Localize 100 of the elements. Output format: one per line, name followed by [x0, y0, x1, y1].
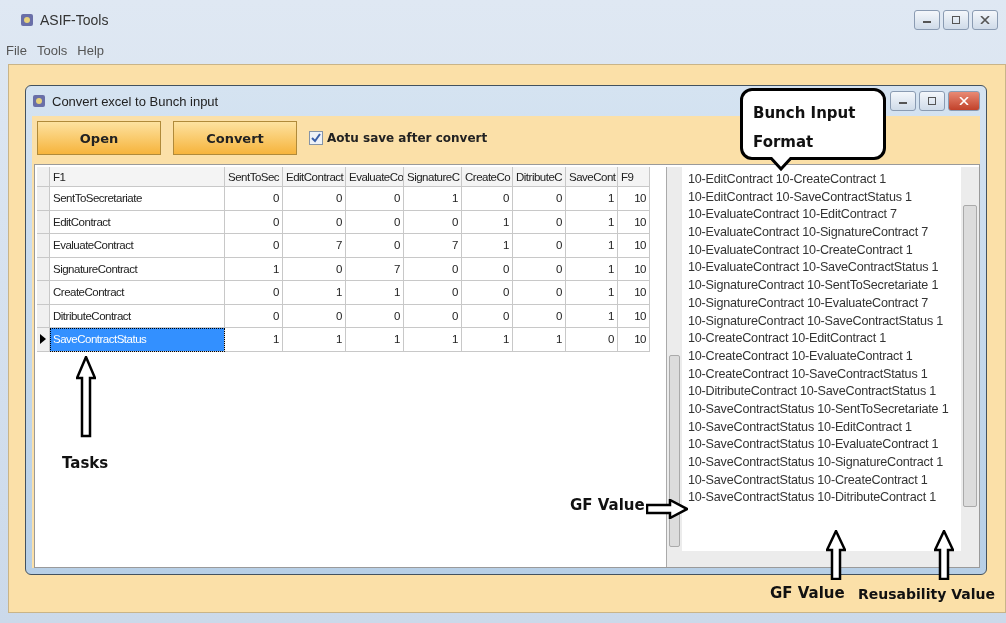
table-cell[interactable]: 1: [566, 257, 618, 281]
list-item[interactable]: 10-CreateContract 10-EvaluateContract 1: [688, 347, 961, 366]
column-header[interactable]: DitributeC: [513, 167, 566, 187]
table-cell[interactable]: 1: [283, 328, 346, 352]
table-cell[interactable]: 0: [346, 187, 404, 211]
table-cell[interactable]: 0: [225, 304, 283, 328]
table-cell[interactable]: SentToSecretariate: [50, 187, 225, 211]
table-cell[interactable]: 0: [462, 281, 513, 305]
table-cell[interactable]: 0: [513, 304, 566, 328]
table-cell[interactable]: 0: [346, 210, 404, 234]
column-header[interactable]: CreateCo: [462, 167, 513, 187]
checkbox[interactable]: [309, 131, 323, 145]
list-item[interactable]: 10-SignatureContract 10-SaveContractStatus 1: [688, 312, 961, 331]
column-header[interactable]: F9: [618, 167, 650, 187]
table-cell[interactable]: 1: [346, 281, 404, 305]
table-cell[interactable]: 1: [462, 210, 513, 234]
table-cell[interactable]: 7: [346, 257, 404, 281]
table-cell[interactable]: 1: [462, 234, 513, 258]
table-cell[interactable]: EditContract: [50, 210, 225, 234]
table-cell[interactable]: 1: [404, 187, 462, 211]
table-cell[interactable]: 10: [618, 328, 650, 352]
list-item[interactable]: 10-SaveContractStatus 10-EvaluateContract 1: [688, 436, 961, 454]
column-header[interactable]: F1: [50, 167, 225, 187]
table-cell[interactable]: 0: [283, 187, 346, 211]
table-cell[interactable]: 1: [566, 234, 618, 258]
list-item[interactable]: 10-EvaluateContract 10-CreateContract 1: [688, 241, 961, 260]
menu-item[interactable]: Help: [77, 42, 105, 58]
scrollbar[interactable]: [961, 167, 979, 567]
table-cell[interactable]: 0: [404, 257, 462, 281]
table-cell[interactable]: 0: [225, 210, 283, 234]
table-cell[interactable]: 0: [566, 328, 618, 352]
table-cell[interactable]: 0: [283, 257, 346, 281]
table-cell[interactable]: 1: [225, 257, 283, 281]
table-cell[interactable]: 0: [225, 281, 283, 305]
table-cell[interactable]: 0: [513, 187, 566, 211]
list-item[interactable]: 10-SaveContractStatus 10-SignatureContract 1: [688, 454, 961, 472]
table-cell[interactable]: 1: [566, 187, 618, 211]
column-header[interactable]: SentToSec: [225, 167, 283, 187]
table-cell[interactable]: 10: [618, 304, 650, 328]
table-cell[interactable]: CreateContract: [50, 281, 225, 305]
table-cell[interactable]: EvaluateContract: [50, 234, 225, 258]
list-item[interactable]: 10-CreateContract 10-SaveContractStatus 1: [688, 365, 961, 384]
table-cell[interactable]: 0: [346, 304, 404, 328]
table-cell[interactable]: 10: [618, 257, 650, 281]
column-header[interactable]: SaveCont: [566, 167, 618, 187]
maximize-button[interactable]: [943, 10, 969, 30]
list-item[interactable]: 10-SaveContractStatus 10-DitributeContract 1: [688, 489, 961, 508]
list-item[interactable]: 10-DitributeContract 10-SaveContractStatus 1: [688, 383, 961, 401]
table-cell[interactable]: 0: [346, 234, 404, 258]
toolbar-button[interactable]: Convert: [173, 121, 297, 155]
close-button[interactable]: [948, 91, 980, 111]
table-cell[interactable]: 0: [513, 234, 566, 258]
table-cell[interactable]: 7: [404, 234, 462, 258]
list-item[interactable]: 10-EvaluateContract 10-SaveContractStatus 1: [688, 259, 961, 278]
list-item[interactable]: 10-SaveContractStatus 10-EditContract 1: [688, 418, 961, 437]
list-item[interactable]: 10-EditContract 10-CreateContract 1: [688, 171, 961, 189]
table-cell[interactable]: 10: [618, 187, 650, 211]
table-cell[interactable]: 0: [404, 210, 462, 234]
toolbar-button[interactable]: Open: [37, 121, 161, 155]
scrollbar[interactable]: [667, 167, 682, 567]
list-item[interactable]: 10-EvaluateContract 10-EditContract 7: [688, 206, 961, 225]
column-header[interactable]: EvaluateCo: [346, 167, 404, 187]
list-item[interactable]: 10-SignatureContract 10-EvaluateContract 7: [688, 294, 961, 313]
table-cell[interactable]: 0: [225, 234, 283, 258]
table-cell[interactable]: 0: [462, 304, 513, 328]
row-header[interactable]: [37, 328, 50, 352]
table-cell[interactable]: 0: [513, 257, 566, 281]
table-cell[interactable]: 1: [225, 328, 283, 352]
close-button[interactable]: [972, 10, 998, 30]
table-cell[interactable]: 0: [283, 210, 346, 234]
table-cell[interactable]: 0: [225, 187, 283, 211]
scroll-thumb[interactable]: [669, 355, 680, 547]
table-cell[interactable]: 1: [566, 304, 618, 328]
table-cell[interactable]: 0: [462, 187, 513, 211]
minimize-button[interactable]: [890, 91, 916, 111]
column-header[interactable]: EditContract: [283, 167, 346, 187]
list-item[interactable]: 10-EvaluateContract 10-SignatureContract 7: [688, 224, 961, 242]
maximize-button[interactable]: [919, 91, 945, 111]
table-cell[interactable]: 1: [404, 328, 462, 352]
table-cell[interactable]: 0: [513, 210, 566, 234]
scroll-thumb[interactable]: [963, 205, 977, 507]
table-cell[interactable]: 1: [346, 328, 404, 352]
list-item[interactable]: 10-SaveContractStatus 10-CreateContract 1: [688, 471, 961, 490]
column-header[interactable]: SignatureC: [404, 167, 462, 187]
table-cell[interactable]: 10: [618, 210, 650, 234]
list-item[interactable]: 10-EditContract 10-SaveContractStatus 1: [688, 188, 961, 207]
table-cell[interactable]: 1: [566, 281, 618, 305]
table-cell[interactable]: 10: [618, 234, 650, 258]
table-cell[interactable]: 0: [513, 281, 566, 305]
menu-item[interactable]: Tools: [36, 42, 68, 58]
list-item[interactable]: 10-CreateContract 10-EditContract 1: [688, 330, 961, 348]
list-item[interactable]: 10-SaveContractStatus 10-SentToSecretariate 1: [688, 400, 961, 419]
table-cell[interactable]: 1: [283, 281, 346, 305]
table-cell[interactable]: 10: [618, 281, 650, 305]
table-cell[interactable]: 0: [404, 281, 462, 305]
table-cell[interactable]: 1: [462, 328, 513, 352]
table-cell[interactable]: 0: [404, 304, 462, 328]
minimize-button[interactable]: [914, 10, 940, 30]
table-cell[interactable]: 0: [283, 304, 346, 328]
table-cell[interactable]: 1: [513, 328, 566, 352]
